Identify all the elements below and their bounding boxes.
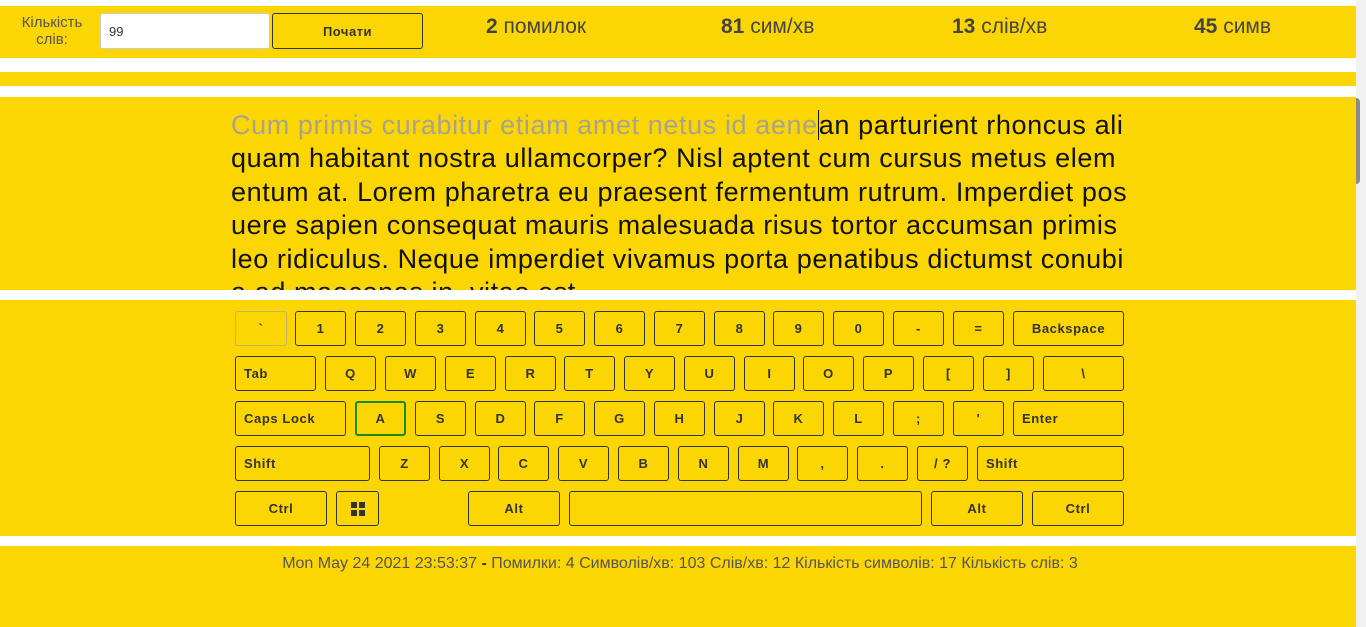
- key-quote[interactable]: ': [953, 401, 1004, 436]
- key-4[interactable]: 4: [475, 311, 526, 346]
- key-windows[interactable]: [336, 491, 379, 526]
- key-m[interactable]: M: [738, 446, 789, 481]
- top-bar: Кількість слів: Почати 2 помилок 81 сим/…: [0, 6, 1356, 58]
- key-ctrl-right[interactable]: Ctrl: [1032, 491, 1124, 526]
- word-count-label: Кількість слів:: [21, 14, 83, 48]
- key-alt-left[interactable]: Alt: [468, 491, 560, 526]
- stat-chars-per-min: 81 сим/хв: [721, 15, 814, 39]
- key-semicolon[interactable]: ;: [893, 401, 944, 436]
- key-2[interactable]: 2: [355, 311, 406, 346]
- key-space[interactable]: [569, 491, 922, 526]
- stat-cpm-unit: сим/хв: [750, 15, 815, 38]
- key-y[interactable]: Y: [624, 356, 675, 391]
- stat-chars-unit: симв: [1223, 15, 1272, 38]
- key-g[interactable]: G: [594, 401, 645, 436]
- key-caps-lock[interactable]: Caps Lock: [235, 401, 346, 436]
- keyboard: ` 1 2 3 4 5 6 7 8 9 0 - = Backspace Tab …: [0, 300, 1356, 536]
- key-6[interactable]: 6: [594, 311, 645, 346]
- key-q[interactable]: Q: [325, 356, 376, 391]
- result-summary: Помилки: 4 Символів/хв: 103 Слів/хв: 12 …: [491, 555, 1078, 572]
- stat-errors: 2 помилок: [486, 15, 586, 39]
- key-7[interactable]: 7: [654, 311, 705, 346]
- stat-wpm-unit: слів/хв: [981, 15, 1048, 38]
- result-separator: -: [481, 555, 487, 572]
- key-b[interactable]: B: [618, 446, 669, 481]
- key-h[interactable]: H: [654, 401, 705, 436]
- key-x[interactable]: X: [439, 446, 490, 481]
- key-c[interactable]: C: [498, 446, 549, 481]
- key-s[interactable]: S: [415, 401, 466, 436]
- key-ctrl-left[interactable]: Ctrl: [235, 491, 327, 526]
- text-panel: Cum primis curabitur etiam amet netus id…: [0, 97, 1356, 290]
- key-z[interactable]: Z: [379, 446, 430, 481]
- key-u[interactable]: U: [684, 356, 735, 391]
- key-n[interactable]: N: [678, 446, 729, 481]
- key-minus[interactable]: -: [893, 311, 944, 346]
- key-backtick[interactable]: `: [235, 311, 287, 346]
- key-f[interactable]: F: [534, 401, 585, 436]
- result-line: Mon May 24 2021 23:53:37 - Помилки: 4 Си…: [0, 555, 1360, 573]
- key-d[interactable]: D: [475, 401, 526, 436]
- key-equals[interactable]: =: [953, 311, 1004, 346]
- stat-wpm-value: 13: [952, 15, 976, 38]
- key-j[interactable]: J: [714, 401, 765, 436]
- key-slash[interactable]: / ?: [917, 446, 968, 481]
- key-3[interactable]: 3: [415, 311, 466, 346]
- results-footer: Mon May 24 2021 23:53:37 - Помилки: 4 Си…: [0, 546, 1356, 627]
- key-period[interactable]: .: [857, 446, 908, 481]
- key-9[interactable]: 9: [773, 311, 824, 346]
- key-p[interactable]: P: [863, 356, 914, 391]
- result-timestamp: Mon May 24 2021 23:53:37: [282, 555, 478, 572]
- key-r[interactable]: R: [505, 356, 556, 391]
- key-l[interactable]: L: [833, 401, 884, 436]
- windows-icon: [350, 501, 365, 516]
- key-8[interactable]: 8: [714, 311, 765, 346]
- key-enter[interactable]: Enter: [1013, 401, 1124, 436]
- stat-errors-value: 2: [486, 15, 498, 38]
- stat-chars: 45 симв: [1194, 15, 1271, 39]
- key-o[interactable]: O: [803, 356, 854, 391]
- stat-chars-value: 45: [1194, 15, 1218, 38]
- word-count-input[interactable]: [100, 13, 270, 49]
- key-v[interactable]: V: [558, 446, 609, 481]
- progress-strip: [0, 72, 1356, 86]
- scrollbar-track[interactable]: [1356, 0, 1366, 627]
- key-5[interactable]: 5: [534, 311, 585, 346]
- key-t[interactable]: T: [564, 356, 615, 391]
- key-comma[interactable]: ,: [797, 446, 848, 481]
- typed-text: Cum primis curabitur etiam amet netus id…: [231, 110, 818, 140]
- key-shift-left[interactable]: Shift: [235, 446, 370, 481]
- key-w[interactable]: W: [385, 356, 436, 391]
- key-tab[interactable]: Tab: [235, 356, 316, 391]
- key-e[interactable]: E: [445, 356, 496, 391]
- key-right-bracket[interactable]: ]: [983, 356, 1034, 391]
- typing-text: Cum primis curabitur etiam amet netus id…: [231, 109, 1131, 290]
- key-0[interactable]: 0: [833, 311, 884, 346]
- key-k[interactable]: K: [773, 401, 824, 436]
- stat-errors-unit: помилок: [503, 15, 587, 38]
- key-a[interactable]: A: [355, 401, 406, 436]
- key-i[interactable]: I: [744, 356, 795, 391]
- key-shift-right[interactable]: Shift: [977, 446, 1124, 481]
- stat-words-per-min: 13 слів/хв: [952, 15, 1047, 39]
- key-backspace[interactable]: Backspace: [1013, 311, 1124, 346]
- key-alt-right[interactable]: Alt: [931, 491, 1023, 526]
- key-1[interactable]: 1: [295, 311, 346, 346]
- start-button[interactable]: Почати: [272, 13, 423, 49]
- stat-cpm-value: 81: [721, 15, 745, 38]
- key-left-bracket[interactable]: [: [923, 356, 974, 391]
- key-backslash[interactable]: \: [1043, 356, 1124, 391]
